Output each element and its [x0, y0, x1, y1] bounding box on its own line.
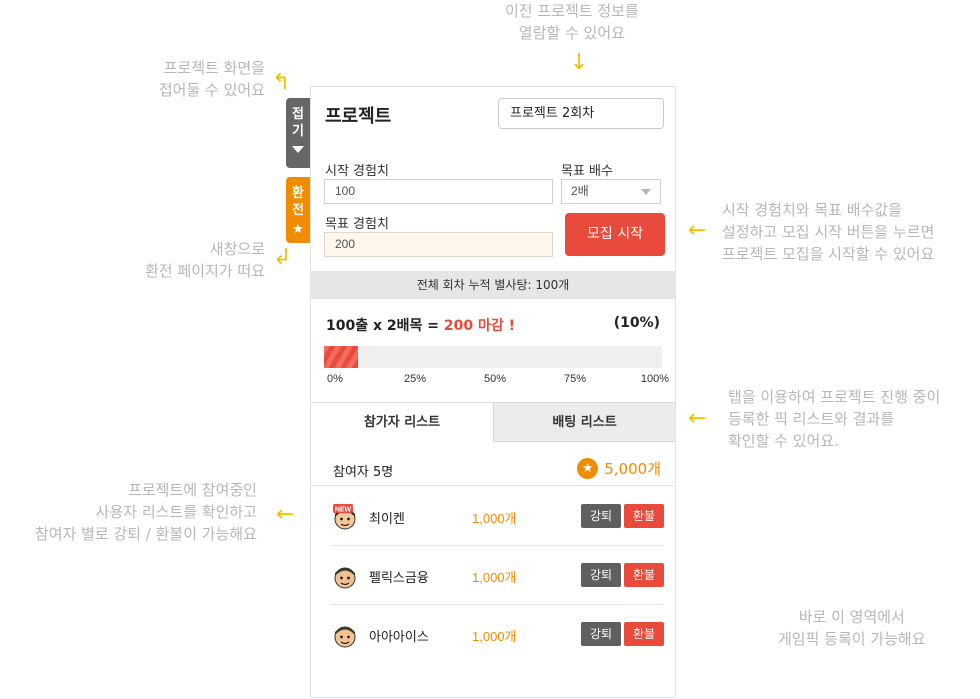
participant-amount: 1,000개: [472, 629, 517, 644]
multiplier-select[interactable]: 2배: [561, 179, 661, 204]
participant-name: 최이켄: [369, 512, 405, 527]
avatar-icon: [334, 567, 356, 589]
participant-amount: 1,000개: [472, 511, 517, 526]
participant-row: 펠릭스금융 1,000개 강퇴 환불: [311, 546, 675, 604]
target-exp-label: 목표 경험치: [325, 217, 389, 232]
panel-title: 프로젝트: [325, 106, 392, 127]
progress-tick: 100%: [640, 373, 670, 385]
progress-fill: [324, 346, 358, 368]
total-amount: ★ 5,000개: [577, 458, 661, 479]
goal-formula-prefix: 100출 x 2배목 =: [326, 318, 444, 334]
star-coin-icon: ★: [577, 458, 599, 479]
exchange-tab-label: 환전: [292, 186, 304, 218]
goal-formula-highlight: 200 마감 !: [443, 318, 515, 334]
participant-name: 펠릭스금융: [369, 571, 429, 586]
kick-button[interactable]: 강퇴: [581, 622, 621, 646]
list-divider: [311, 485, 675, 486]
goal-formula: 100출 x 2배목 = 200 마감 !: [326, 315, 515, 335]
start-exp-input[interactable]: 100: [324, 179, 553, 204]
progress-tick: 50%: [483, 373, 507, 385]
annotation-start-arrow: ←: [688, 218, 707, 243]
exchange-tab[interactable]: 환전 ★: [286, 177, 310, 243]
tab-participants[interactable]: 참가자 리스트: [311, 402, 493, 442]
participant-count: 참여자 5명: [333, 465, 394, 480]
annotation-tabs: 탭을 이용하여 프로젝트 진행 중이 등록한 픽 리스트와 결과를 확인할 수 …: [728, 388, 941, 450]
annotation-participants: 프로젝트에 참여중인 사용자 리스트를 확인하고 참여자 별로 강퇴 / 환불이…: [34, 481, 257, 543]
star-icon: ★: [292, 222, 304, 237]
fold-tab-label: 접기: [292, 107, 304, 139]
target-exp-input[interactable]: 200: [324, 232, 553, 257]
start-recruit-button[interactable]: 모집 시작: [565, 213, 665, 256]
refund-button[interactable]: 환불: [624, 563, 664, 587]
annotation-fold-arrow: ↰: [272, 70, 291, 95]
annotation-participants-arrow: ←: [276, 502, 295, 527]
multiplier-label: 목표 배수: [561, 164, 613, 179]
kick-button[interactable]: 강퇴: [581, 504, 621, 528]
avatar-icon: NEW: [333, 504, 356, 530]
fold-tab[interactable]: 접기: [286, 98, 310, 168]
kick-button[interactable]: 강퇴: [581, 563, 621, 587]
refund-button[interactable]: 환불: [624, 504, 664, 528]
cumulative-summary: 전체 회차 누적 별사탕: 100개: [311, 271, 675, 299]
progress-tick: 0%: [327, 373, 343, 385]
participant-row: 아아아이스 1,000개 강퇴 환불: [311, 605, 675, 663]
list-tabs: 참가자 리스트 배팅 리스트: [311, 402, 675, 442]
annotation-top-arrow: ↓: [570, 50, 589, 75]
project-panel: 프로젝트 프로젝트 2회차 시작 경험치 100 목표 배수 2배 목표 경험치…: [310, 86, 676, 698]
annotation-swap-arrow: ↲: [273, 245, 292, 270]
progress-tick: 25%: [403, 373, 427, 385]
progress-tick: 75%: [563, 373, 587, 385]
total-amount-value: 5,000개: [604, 460, 661, 478]
annotation-tabs-arrow: ←: [688, 406, 707, 431]
annotation-fold: 프로젝트 화면을 접어둘 수 있어요: [158, 59, 265, 99]
annotation-top: 이전 프로젝트 정보를 열람할 수 있어요: [505, 2, 639, 42]
chevron-down-icon: [641, 189, 651, 195]
round-selector[interactable]: 프로젝트 2회차: [498, 98, 664, 129]
caret-down-icon: [292, 146, 304, 153]
annotation-swap: 새창으로 환전 페이지가 떠요: [145, 240, 265, 280]
participant-row: NEW 최이켄 1,000개 강퇴 환불: [311, 487, 675, 545]
participant-name: 아아아이스: [369, 630, 429, 645]
multiplier-value: 2배: [571, 184, 589, 198]
annotation-bottom: 바로 이 영역에서 게임픽 등록이 가능해요: [778, 608, 926, 648]
refund-button[interactable]: 환불: [624, 622, 664, 646]
progress-percent: (10%): [613, 315, 660, 331]
tab-betting[interactable]: 배팅 리스트: [493, 402, 675, 442]
progress-track: [324, 346, 662, 368]
start-exp-label: 시작 경험치: [325, 164, 389, 179]
avatar-badge: NEW: [335, 507, 352, 514]
annotation-start: 시작 경험치와 목표 배수값을 설정하고 모집 시작 버튼을 누르면 프로젝트 …: [722, 201, 935, 263]
participant-amount: 1,000개: [472, 570, 517, 585]
avatar-icon: [334, 626, 356, 648]
